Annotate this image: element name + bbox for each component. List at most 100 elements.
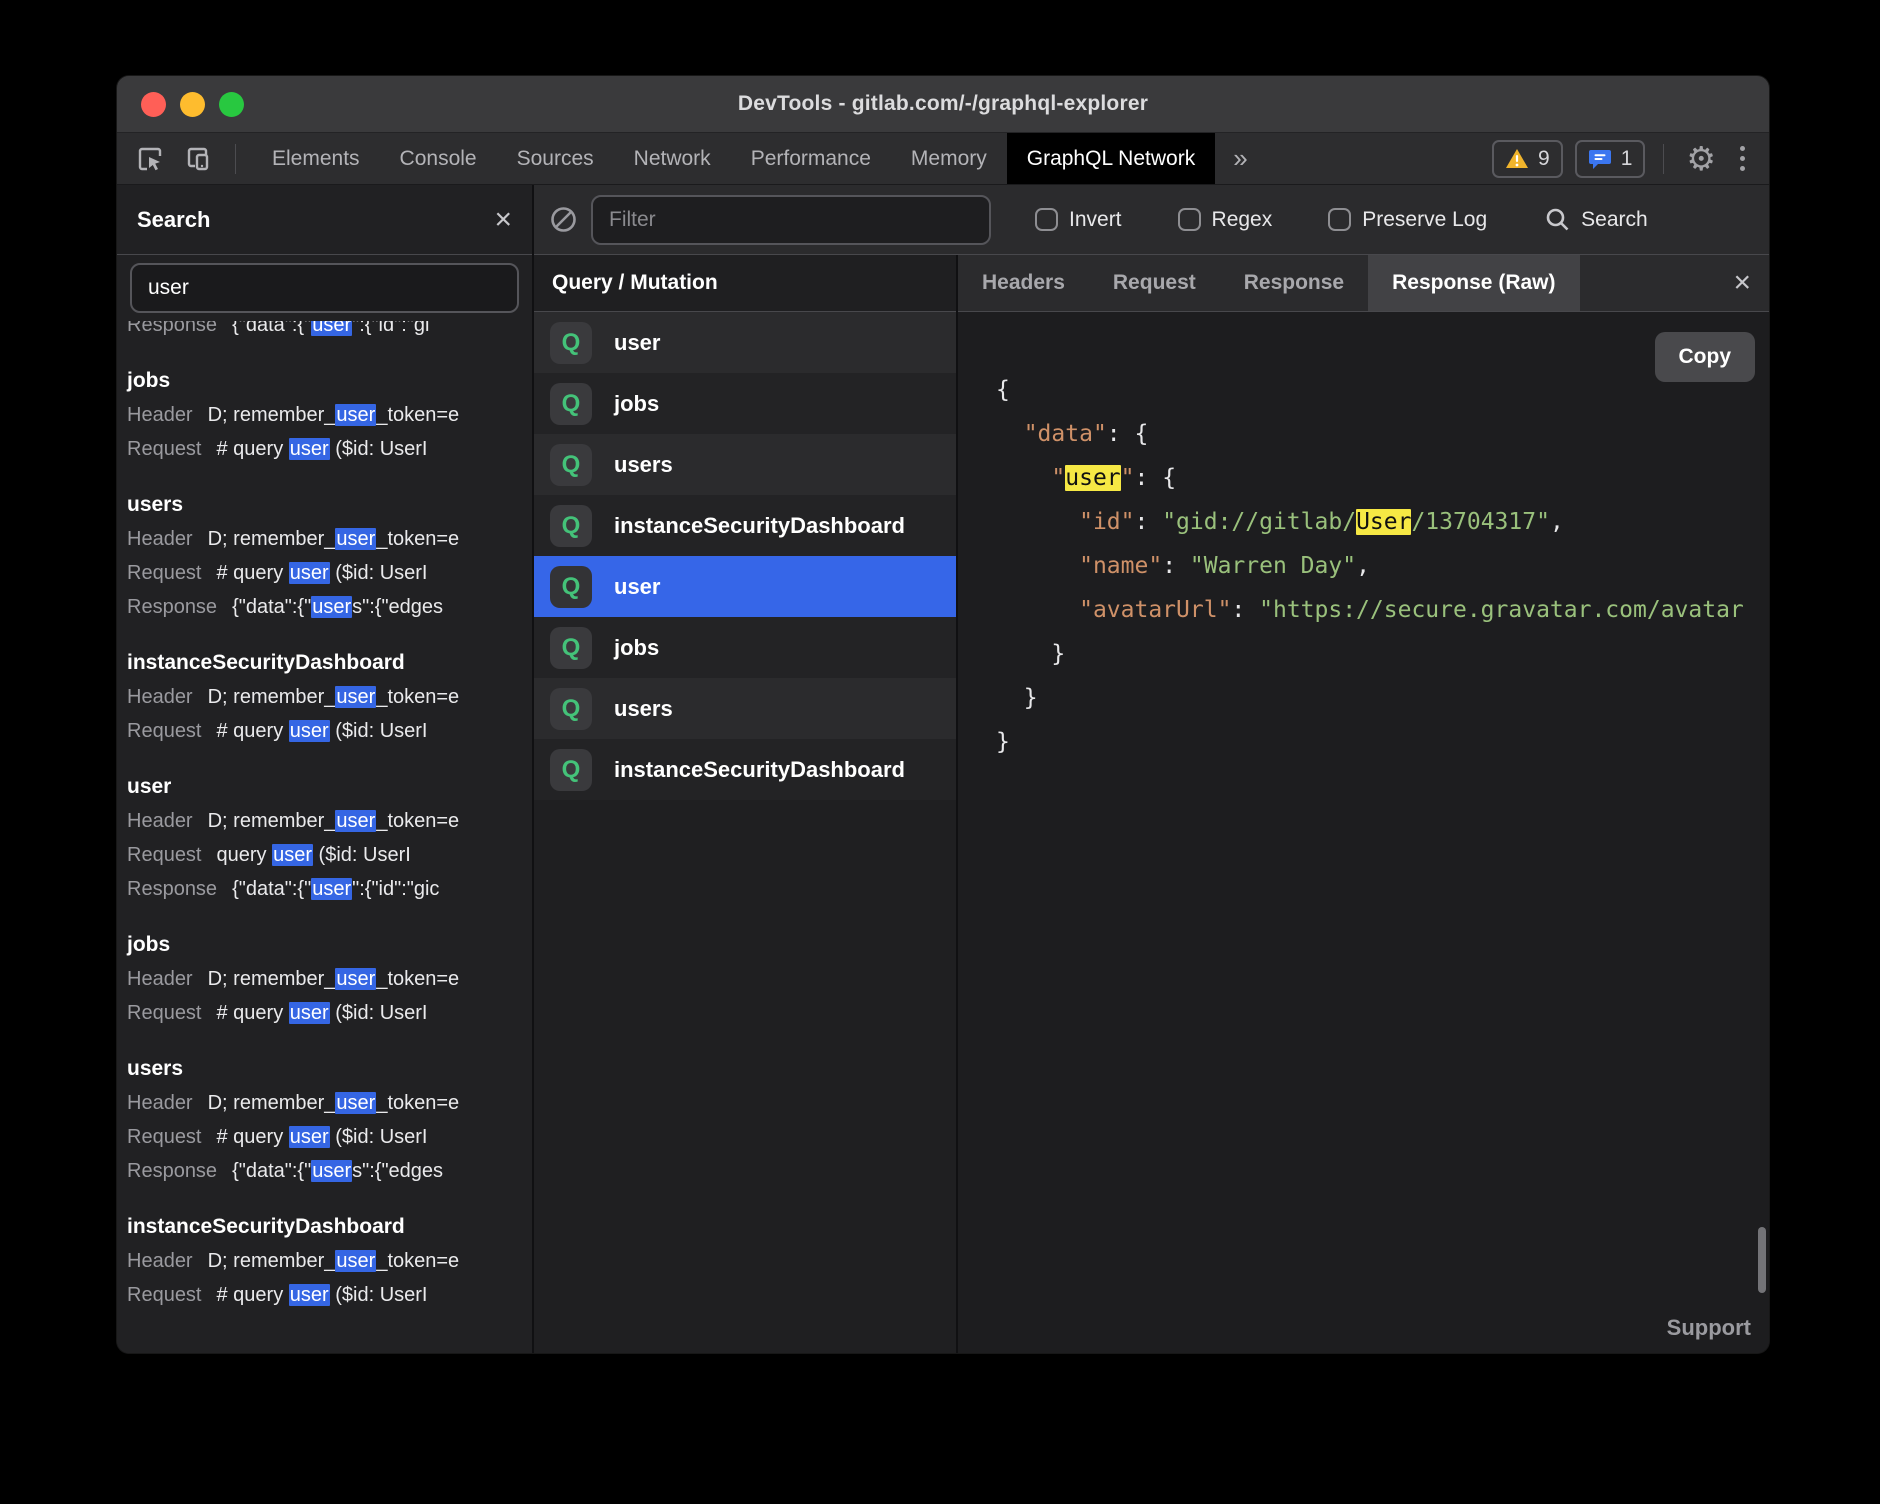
filter-input[interactable]	[591, 195, 991, 245]
network-search-label: Search	[1581, 208, 1648, 232]
search-icon	[1545, 207, 1570, 232]
search-result-row[interactable]: HeaderD; remember_user_token=e	[127, 804, 532, 838]
query-list-item-jobs[interactable]: Qjobs	[534, 373, 956, 434]
search-result-row[interactable]: Request# query user ($id: UserI	[127, 432, 532, 466]
json-line: "data": {	[996, 412, 1769, 456]
checkbox-label: Regex	[1212, 208, 1273, 232]
detail-close-icon[interactable]: ×	[1733, 255, 1751, 311]
query-list: QuserQjobsQusersQinstanceSecurityDashboa…	[534, 312, 956, 800]
clear-block-icon[interactable]	[550, 206, 577, 233]
detail-tab-response[interactable]: Response	[1220, 255, 1368, 311]
query-type-icon: Q	[550, 749, 592, 791]
network-search-button[interactable]: Search	[1545, 207, 1648, 232]
query-list-item-user[interactable]: Quser	[534, 312, 956, 373]
search-result-row[interactable]: HeaderD; remember_user_token=e	[127, 398, 532, 432]
inspect-element-icon[interactable]	[133, 142, 167, 176]
search-result-row[interactable]: Response{"data":{"users":{"edges	[127, 590, 532, 624]
search-results-list[interactable]: Response{"data":{"user":{"id":"gijobsHea…	[117, 321, 532, 1353]
result-section-title: jobs	[127, 364, 532, 398]
tab-network[interactable]: Network	[614, 133, 731, 184]
query-item-label: user	[614, 574, 660, 600]
checkbox-label: Invert	[1069, 208, 1122, 232]
scrollbar-thumb[interactable]	[1758, 1227, 1766, 1293]
query-type-icon: Q	[550, 383, 592, 425]
result-section-title: instanceSecurityDashboard	[127, 1210, 532, 1244]
search-result-row[interactable]: Request# query user ($id: UserI	[127, 1278, 532, 1312]
search-result-row[interactable]: Response{"data":{"users":{"edges	[127, 1154, 532, 1188]
query-list-item-instancesecuritydashboard[interactable]: QinstanceSecurityDashboard	[534, 495, 956, 556]
search-result-row[interactable]: Request# query user ($id: UserI	[127, 1120, 532, 1154]
query-type-icon: Q	[550, 566, 592, 608]
query-list-item-user[interactable]: Quser	[534, 556, 956, 617]
checkbox-box[interactable]	[1178, 208, 1201, 231]
issues-badge[interactable]: 1	[1575, 140, 1646, 178]
response-raw-body: Copy { "data": { "user": { "id": "gid://…	[958, 312, 1769, 1353]
query-mutation-header: Query / Mutation	[534, 255, 956, 312]
query-list-item-users[interactable]: Qusers	[534, 434, 956, 495]
device-toolbar-icon[interactable]	[181, 142, 215, 176]
search-result-row[interactable]: HeaderD; remember_user_token=e	[127, 1086, 532, 1120]
filter-checkboxes: Invert Regex Preserve Log	[991, 208, 1487, 232]
search-result-row[interactable]: HeaderD; remember_user_token=e	[127, 680, 532, 714]
json-line: "user": {	[996, 456, 1769, 500]
checkbox-box[interactable]	[1328, 208, 1351, 231]
tab-performance[interactable]: Performance	[731, 133, 891, 184]
query-mutation-panel: Query / Mutation QuserQjobsQusersQinstan…	[534, 255, 958, 1353]
tabbar-separator	[1663, 144, 1664, 174]
tab-memory[interactable]: Memory	[891, 133, 1007, 184]
query-item-label: instanceSecurityDashboard	[614, 513, 905, 539]
tab-sources[interactable]: Sources	[497, 133, 614, 184]
title-bar: DevTools - gitlab.com/-/graphql-explorer	[117, 76, 1769, 133]
query-type-icon: Q	[550, 444, 592, 486]
query-list-item-jobs[interactable]: Qjobs	[534, 617, 956, 678]
warning-count: 9	[1538, 147, 1550, 171]
support-link[interactable]: Support	[1667, 1315, 1751, 1341]
result-section-title: users	[127, 488, 532, 522]
search-result-row[interactable]: Response{"data":{"user":{"id":"gi	[127, 321, 532, 342]
json-line: "id": "gid://gitlab/User/13704317",	[996, 500, 1769, 544]
kebab-menu-icon[interactable]	[1732, 146, 1753, 171]
search-result-row[interactable]: Requestquery user ($id: UserI	[127, 838, 532, 872]
checkbox-invert[interactable]: Invert	[1035, 208, 1122, 232]
message-bubble-icon	[1588, 147, 1612, 171]
checkbox-regex[interactable]: Regex	[1178, 208, 1273, 232]
search-result-row[interactable]: Response{"data":{"user":{"id":"gic	[127, 872, 532, 906]
search-result-row[interactable]: Request# query user ($id: UserI	[127, 996, 532, 1030]
detail-tab-headers[interactable]: Headers	[958, 255, 1089, 311]
json-line: }	[996, 632, 1769, 676]
result-section-title: users	[127, 1052, 532, 1086]
search-result-row[interactable]: Request# query user ($id: UserI	[127, 714, 532, 748]
json-line: "name": "Warren Day",	[996, 544, 1769, 588]
warnings-badge[interactable]: 9	[1492, 140, 1563, 178]
query-type-icon: Q	[550, 627, 592, 669]
query-item-label: user	[614, 330, 660, 356]
toolbar-separator	[235, 144, 236, 174]
detail-tab-request[interactable]: Request	[1089, 255, 1220, 311]
search-result-row[interactable]: HeaderD; remember_user_token=e	[127, 1244, 532, 1278]
search-input[interactable]	[130, 263, 519, 313]
result-section-title: user	[127, 770, 532, 804]
more-tabs-chevron-icon[interactable]: »	[1215, 133, 1265, 184]
search-panel-close-icon[interactable]: ×	[494, 205, 512, 235]
window-title: DevTools - gitlab.com/-/graphql-explorer	[117, 76, 1769, 132]
query-list-item-users[interactable]: Qusers	[534, 678, 956, 739]
query-item-label: users	[614, 696, 673, 722]
checkbox-box[interactable]	[1035, 208, 1058, 231]
checkbox-label: Preserve Log	[1362, 208, 1487, 232]
search-result-row[interactable]: Request# query user ($id: UserI	[127, 556, 532, 590]
result-section-title: instanceSecurityDashboard	[127, 646, 532, 680]
search-result-row[interactable]: HeaderD; remember_user_token=e	[127, 962, 532, 996]
tab-console[interactable]: Console	[380, 133, 497, 184]
query-item-label: jobs	[614, 391, 659, 417]
devtools-tabs: ElementsConsoleSourcesNetworkPerformance…	[252, 133, 1215, 184]
checkbox-preserve-log[interactable]: Preserve Log	[1328, 208, 1487, 232]
query-list-item-instancesecuritydashboard[interactable]: QinstanceSecurityDashboard	[534, 739, 956, 800]
tab-elements[interactable]: Elements	[252, 133, 380, 184]
tab-graphql-network[interactable]: GraphQL Network	[1007, 133, 1215, 184]
search-panel: Search × Response{"data":{"user":{"id":"…	[117, 185, 534, 1353]
detail-tab-response-raw[interactable]: Response (Raw)	[1368, 255, 1579, 311]
settings-gear-icon[interactable]: ⚙	[1682, 142, 1720, 175]
query-type-icon: Q	[550, 505, 592, 547]
search-result-row[interactable]: HeaderD; remember_user_token=e	[127, 522, 532, 556]
detail-tabs: HeadersRequestResponseResponse (Raw) ×	[958, 255, 1769, 312]
